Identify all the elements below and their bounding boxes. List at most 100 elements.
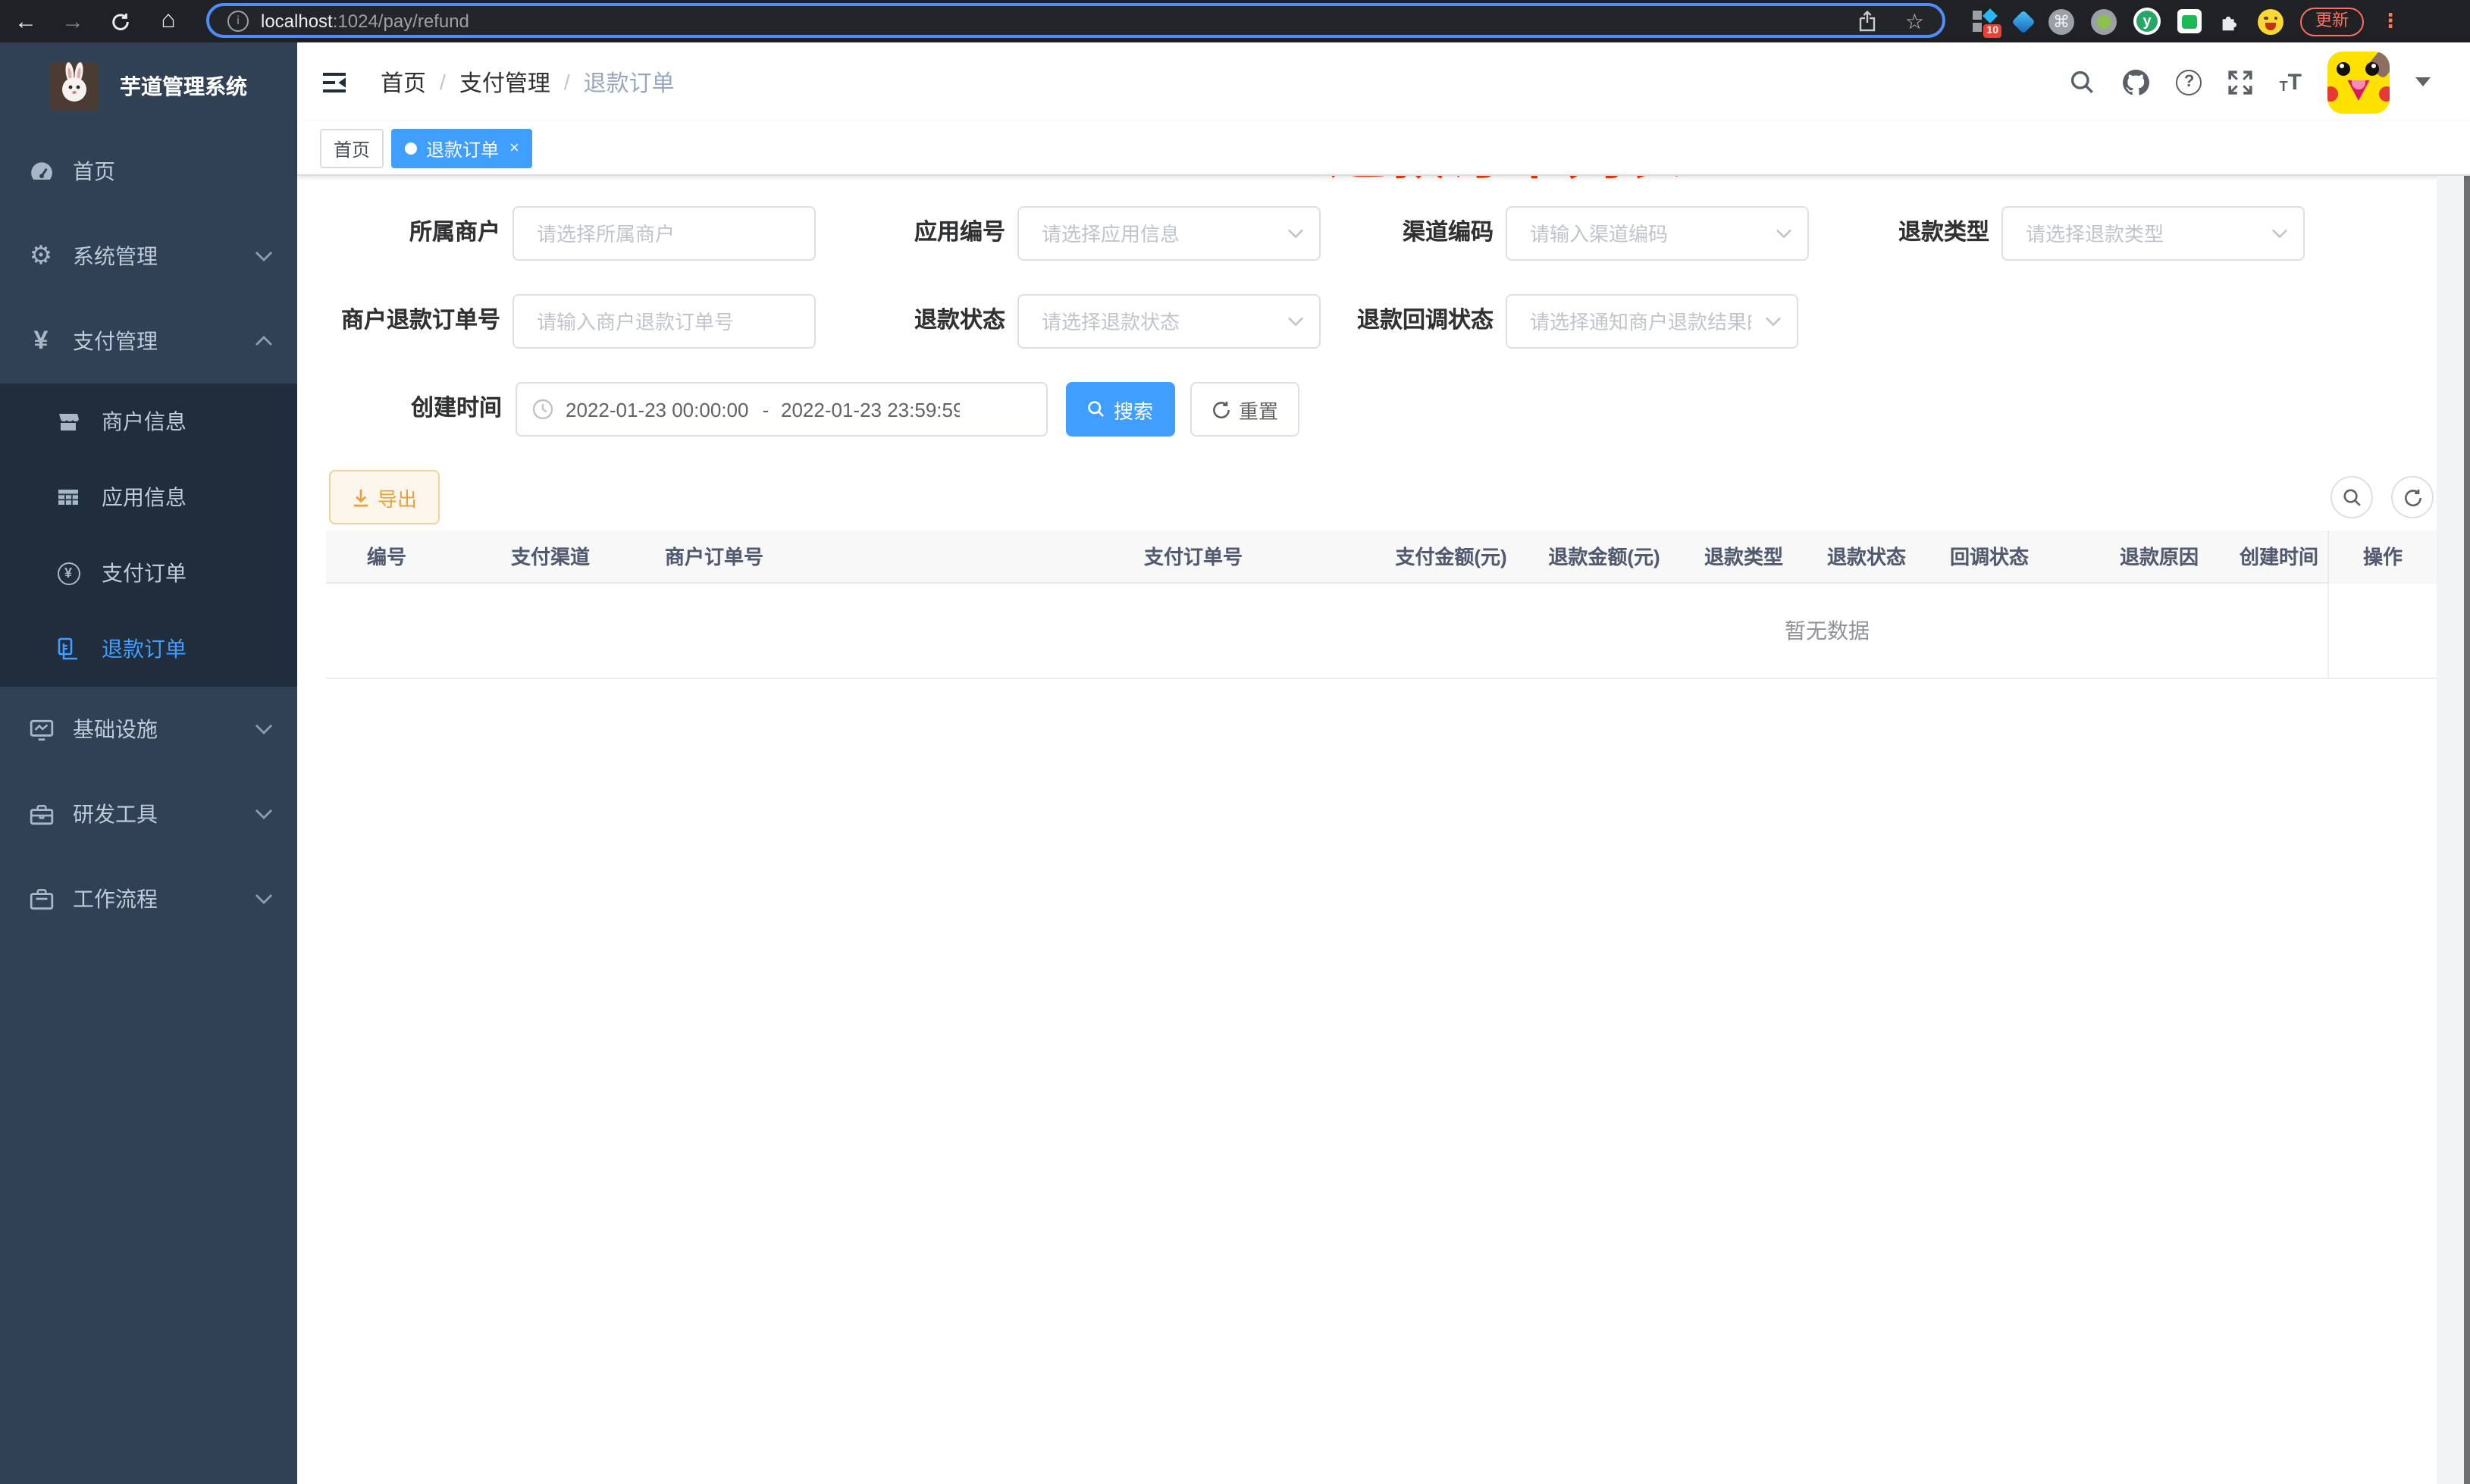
refresh-button[interactable] — [2391, 476, 2434, 518]
bookmark-star-icon[interactable]: ☆ — [1905, 10, 1924, 31]
breadcrumb: 首页 / 支付管理 / 退款订单 — [381, 66, 675, 98]
sidebar-item-label: 系统管理 — [73, 244, 158, 268]
export-button[interactable]: 导出 — [329, 470, 440, 524]
sidebar-fold-icon[interactable] — [321, 70, 347, 93]
create-time-label: 创建时间 — [410, 396, 502, 421]
chevron-down-icon — [255, 894, 273, 904]
page-right-gutter — [2437, 176, 2464, 1484]
tab-label: 首页 — [334, 139, 371, 160]
share-icon[interactable] — [1858, 10, 1878, 31]
col-pay-amount: 支付金额(元) — [1395, 546, 1507, 568]
chevron-down-icon — [1765, 316, 1782, 327]
github-icon[interactable] — [2122, 67, 2151, 96]
browser-update-button[interactable]: 更新 — [2300, 7, 2364, 36]
url-bar[interactable]: i localhost:1024/pay/refund ☆ — [206, 3, 1945, 38]
sidebar-item-label: 退款订单 — [102, 637, 187, 661]
col-refund-status: 退款状态 — [1826, 546, 1907, 568]
sidebar-item-refund-order[interactable]: 退款订单 — [0, 611, 297, 687]
tab-refund-order[interactable]: 退款订单 × — [391, 129, 533, 168]
date-end-value[interactable]: 2022-01-23 23:59:59 — [781, 398, 960, 421]
search-button-label: 搜索 — [1113, 399, 1153, 422]
breadcrumb-separator: / — [563, 70, 570, 94]
header-search-icon[interactable] — [2070, 69, 2096, 95]
breadcrumb-current: 退款订单 — [583, 70, 675, 96]
col-id: 编号 — [366, 546, 407, 568]
screen: ← → ⌂ i localhost:1024/pay/refund ☆ 10 — [0, 0, 2470, 1484]
chevron-down-icon — [2271, 228, 2288, 239]
search-button[interactable]: 搜索 — [1066, 382, 1175, 437]
sidebar-item-dev-tools[interactable]: 研发工具 — [0, 772, 297, 856]
sidebar-item-label: 支付订单 — [102, 561, 187, 585]
documents-icon — [55, 635, 82, 662]
browser-menu-icon[interactable]: ⋮ — [2381, 9, 2400, 33]
briefcase-icon — [26, 884, 56, 914]
avatar-caret-icon[interactable] — [2415, 77, 2431, 86]
sidebar-item-system[interactable]: ⚙ 系统管理 — [0, 214, 297, 299]
sidebar-item-workflow[interactable]: 工作流程 — [0, 856, 297, 941]
window-scrollbar[interactable] — [2464, 42, 2470, 1484]
font-size-icon[interactable]: TT — [2280, 70, 2302, 93]
app-label: 应用编号 — [914, 220, 1005, 246]
sidebar-item-label: 首页 — [73, 159, 115, 183]
extension-tampermonkey-icon[interactable]: 10 — [1971, 8, 2001, 38]
create-time-range-picker[interactable]: 2022-01-23 00:00:00 - 2022-01-23 23:59:5… — [516, 382, 1048, 437]
sidebar-item-label: 商户信息 — [102, 409, 187, 434]
avatar[interactable] — [2327, 51, 2390, 113]
extension-command-icon[interactable]: ⌘ — [2048, 8, 2074, 34]
merchant-refund-no-label: 商户退款订单号 — [340, 308, 500, 333]
gear-icon: ⚙ — [29, 241, 53, 270]
notify-status-label: 退款回调状态 — [1356, 308, 1494, 333]
export-button-label: 导出 — [377, 487, 417, 510]
extensions-puzzle-icon[interactable] — [2218, 10, 2241, 33]
store-icon — [55, 408, 82, 435]
col-merchant-order-no: 商户订单号 — [664, 546, 764, 568]
table-icon — [55, 484, 82, 511]
sidebar-item-pay-order[interactable]: ¥ 支付订单 — [0, 535, 297, 611]
browser-home-icon[interactable]: ⌂ — [152, 0, 185, 42]
browser-chrome: ← → ⌂ i localhost:1024/pay/refund ☆ 10 — [0, 0, 2470, 42]
tab-home[interactable]: 首页 — [320, 129, 384, 168]
browser-reload-icon[interactable] — [103, 0, 136, 42]
sidebar-item-merchant-info[interactable]: 商户信息 — [0, 384, 297, 459]
toggle-search-button[interactable] — [2331, 476, 2373, 518]
notify-status-select[interactable] — [1506, 294, 1798, 349]
chevron-down-icon — [255, 809, 273, 819]
empty-text: 暂无数据 — [1785, 618, 1870, 643]
refund-type-input[interactable] — [2003, 208, 2303, 259]
extension-emoji-icon[interactable] — [2258, 8, 2283, 34]
refund-type-label: 退款类型 — [1898, 220, 1989, 246]
sidebar-item-pay[interactable]: ¥ 支付管理 — [0, 299, 297, 384]
extension-y-icon[interactable]: y — [2133, 8, 2161, 35]
fullscreen-icon[interactable] — [2228, 69, 2254, 95]
breadcrumb-home[interactable]: 首页 — [381, 66, 426, 98]
breadcrumb-pay[interactable]: 支付管理 — [459, 66, 550, 98]
chevron-down-icon — [255, 724, 273, 734]
refund-type-select[interactable] — [2001, 206, 2305, 261]
sidebar-logo[interactable]: 芋道管理系统 — [0, 55, 297, 130]
sidebar: 芋道管理系统 首页 ⚙ 系统管理 ¥ 支付管理 商户信息 应用信息 ¥ 支付订单… — [0, 42, 297, 1484]
col-create-time: 创建时间 — [2240, 546, 2319, 568]
dashboard-icon — [26, 156, 56, 186]
extension-kite-icon[interactable] — [2011, 9, 2036, 33]
sidebar-item-label: 应用信息 — [102, 485, 187, 509]
browser-forward-icon[interactable]: → — [56, 0, 89, 42]
tab-close-icon[interactable]: × — [509, 139, 519, 157]
help-icon[interactable]: ? — [2176, 69, 2202, 95]
site-info-icon[interactable]: i — [227, 10, 249, 31]
sidebar-item-label: 研发工具 — [73, 802, 158, 826]
url-host: localhost — [261, 10, 333, 31]
tags-view: 首页 退款订单 × — [297, 121, 2470, 176]
extension-chat-icon[interactable] — [2177, 9, 2202, 33]
date-start-value[interactable]: 2022-01-23 00:00:00 — [566, 398, 751, 421]
notify-status-input[interactable] — [1507, 296, 1797, 347]
sidebar-item-home[interactable]: 首页 — [0, 129, 297, 214]
sidebar-item-infrastructure[interactable]: 基础设施 — [0, 687, 297, 772]
sidebar-item-label: 基础设施 — [73, 717, 158, 741]
browser-back-icon[interactable]: ← — [9, 0, 42, 42]
refund-status-label: 退款状态 — [914, 308, 1005, 333]
sidebar-item-app-info[interactable]: 应用信息 — [0, 459, 297, 535]
extension-green-dot-icon[interactable] — [2091, 8, 2117, 34]
toolbox-icon — [26, 799, 56, 829]
reset-button[interactable]: 重置 — [1190, 382, 1299, 437]
col-pay-channel: 支付渠道 — [510, 546, 591, 568]
